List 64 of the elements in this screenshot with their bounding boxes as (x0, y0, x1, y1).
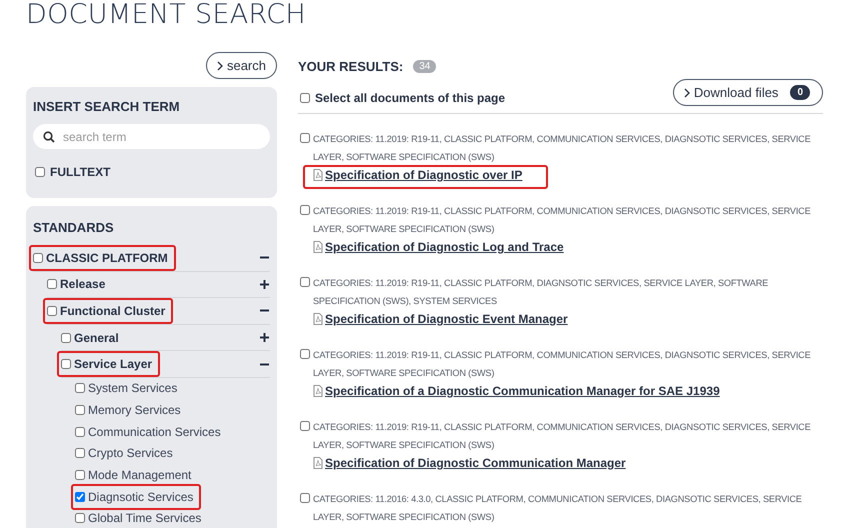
fulltext-checkbox[interactable] (35, 167, 45, 177)
tree-item-label[interactable]: Diagnsotic Services (88, 490, 194, 504)
result-categories: CATEGORIES: 11.2016: 4.3.0, CLASSIC PLATFORM, COMMUNICATION SERVICES, DIAGNSOTIC SERVICES, SERVICE LAYER, SOFTWARE SPECIFICATION (SWS) (313, 493, 803, 524)
checkbox-label: FULLTEXT (50, 165, 110, 179)
tree-item-label[interactable]: Mode Management (88, 468, 192, 482)
chevron-icon (684, 88, 690, 98)
pdf-file-icon (313, 313, 323, 325)
document-link[interactable]: Specification of Diagnostic Log and Trace (313, 240, 564, 254)
pdf-file-icon (313, 457, 323, 469)
tree-item-label[interactable]: Communication Services (88, 424, 221, 439)
tree-item-label[interactable]: Functional Cluster (60, 304, 166, 318)
panel-heading: STANDARDS (33, 220, 115, 235)
result-categories: CATEGORIES: 11.2019: R19-11, CLASSIC PLATFORM, COMMUNICATION SERVICES, DIAGNSOTIC SERVICES, SERVICE LAYER, SOFTWARE SPECIFICATION (SWS) (313, 349, 812, 380)
pdf-file-icon (313, 241, 323, 253)
result-categories: CATEGORIES: 11.2019: R19-11, CLASSIC PLATFORM, COMMUNICATION SERVICES, DIAGNSOTIC SERVICES, SERVICE LAYER, SOFTWARE SPECIFICATION (SWS) (313, 205, 812, 236)
tree-checkbox[interactable] (75, 492, 85, 502)
page-title: DOCUMENT SEARCH (26, 0, 308, 30)
pdf-file-icon (313, 169, 323, 181)
result-checkbox[interactable] (300, 493, 310, 503)
tree-item-label[interactable]: Global Time Services (88, 511, 202, 526)
result-categories: CATEGORIES: 11.2019: R19-11, CLASSIC PLATFORM, COMMUNICATION SERVICES, DIAGNSOTIC SERVICES, SERVICE LAYER, SOFTWARE SPECIFICATION (SWS) (313, 133, 812, 164)
result-checkbox[interactable] (300, 277, 310, 287)
tree-item-label[interactable]: Crypto Services (88, 446, 173, 460)
result-categories: CATEGORIES: 11.2019: R19-11, CLASSIC PLATFORM, COMMUNICATION SERVICES, DIAGNSOTIC SERVICES, SERVICE LAYER, SOFTWARE SPECIFICATION (SWS) (313, 421, 812, 452)
tree-checkbox[interactable] (75, 383, 85, 394)
tree-checkbox[interactable] (47, 279, 57, 290)
tree-checkbox[interactable] (75, 405, 85, 415)
tree-item-label[interactable]: CLASSIC PLATFORM (46, 250, 168, 265)
document-link[interactable]: Specification of a Diagnostic Communication Manager for SAE J1939 (313, 384, 720, 398)
tree-checkbox[interactable] (61, 359, 71, 370)
search-field[interactable]: search term (33, 124, 270, 149)
search-icon (43, 130, 55, 142)
result-checkbox[interactable] (300, 205, 310, 215)
document-link[interactable]: Specification of Diagnostic Communication Manager (313, 456, 626, 470)
select-all-checkbox[interactable] (300, 92, 310, 102)
download-button[interactable]: Download files 0 (672, 79, 823, 106)
tree-checkbox[interactable] (75, 426, 85, 437)
result-checkbox[interactable] (300, 349, 310, 359)
results-count: 34 (413, 60, 436, 72)
checkbox-label: Select all documents of this page (315, 90, 506, 104)
document-link[interactable]: Specification of Diagnostic over IP (313, 168, 522, 182)
expand-icon[interactable] (260, 333, 269, 342)
search-button[interactable]: search (206, 52, 277, 79)
panel-heading: INSERT SEARCH TERM (33, 99, 181, 114)
tree-checkbox[interactable] (75, 448, 85, 458)
expand-icon[interactable] (260, 280, 269, 289)
document-link[interactable]: Specification of Diagnostic Event Manager (313, 312, 568, 326)
tree-checkbox[interactable] (61, 332, 71, 343)
chevron-icon (216, 60, 223, 70)
tree-item-label[interactable]: System Services (88, 381, 178, 396)
tree-item-label[interactable]: Memory Services (88, 403, 181, 417)
result-checkbox[interactable] (300, 421, 310, 431)
download-count: 0 (790, 85, 810, 100)
tree-checkbox[interactable] (75, 470, 85, 480)
result-categories: CATEGORIES: 11.2019: R19-11, CLASSIC PLATFORM, DIAGNSOTIC SERVICES, SERVICE LAYER, SOFTWARE SPECIFICATION (SWS), SYSTEM SERVICES (313, 277, 770, 308)
tree-checkbox[interactable] (75, 513, 85, 524)
tree-checkbox[interactable] (33, 252, 43, 263)
tree-item-label[interactable]: Release (60, 277, 106, 292)
result-checkbox[interactable] (300, 133, 310, 143)
tree-item-label[interactable]: General (74, 330, 119, 345)
pdf-file-icon (313, 385, 323, 397)
results-heading: YOUR RESULTS: (298, 58, 404, 74)
tree-item-label[interactable]: Service Layer (74, 357, 152, 372)
tree-checkbox[interactable] (47, 306, 57, 316)
